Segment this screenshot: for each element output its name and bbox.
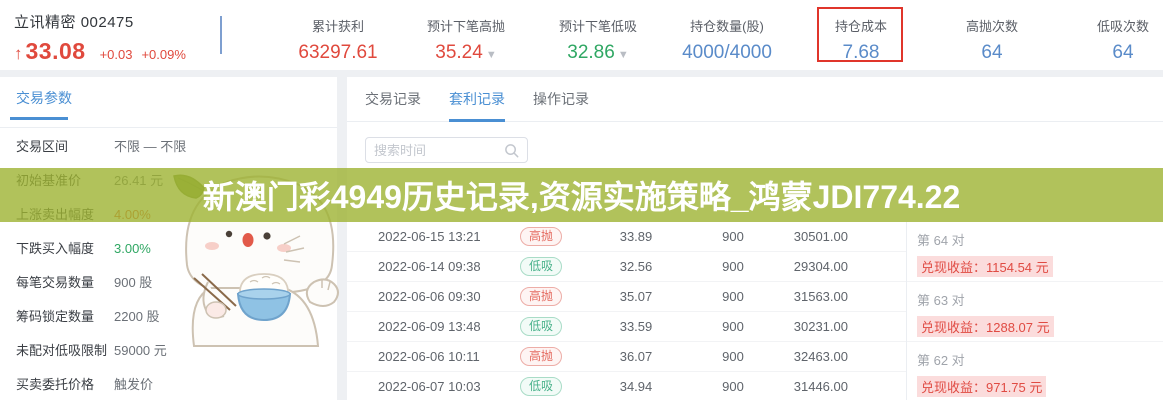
tag-buy-pill: 低吸 bbox=[520, 257, 562, 276]
stat-value: 63297.61 bbox=[298, 42, 377, 64]
stat-value: 32.86▼ bbox=[559, 42, 637, 64]
table-row: 2022-06-06 09:30 高抛 35.07 900 31563.00 bbox=[347, 282, 906, 312]
stat-total-profit: 累计获利 63297.61 bbox=[298, 0, 377, 64]
search-input[interactable] bbox=[374, 138, 494, 162]
pair-profit-panel: 第 64 对 兑现收益：1154.54 元 第 63 对 兑现收益：1288.0… bbox=[906, 222, 1163, 400]
record-tabs: 交易记录 套利记录 操作记录 bbox=[347, 77, 1163, 122]
divider bbox=[0, 127, 337, 128]
table-row: 2022-06-06 10:11 高抛 36.07 900 32463.00 bbox=[347, 342, 906, 372]
stat-sell-count: 高抛次数 64 bbox=[966, 0, 1018, 64]
stat-label: 持仓成本 bbox=[835, 16, 887, 35]
header-divider bbox=[220, 16, 222, 54]
tag-buy-pill: 低吸 bbox=[520, 317, 562, 336]
stat-label: 累计获利 bbox=[298, 16, 377, 35]
stat-value: 64 bbox=[1097, 42, 1149, 64]
stat-next-buy: 预计下笔低吸 32.86▼ bbox=[559, 0, 637, 64]
search-icon[interactable] bbox=[504, 143, 519, 158]
tab-trade-records[interactable]: 交易记录 bbox=[365, 77, 421, 122]
realized-profit-badge: 兑现收益：971.75 元 bbox=[917, 376, 1046, 397]
stat-label: 低吸次数 bbox=[1097, 16, 1149, 35]
stat-value: 7.68 bbox=[835, 42, 887, 64]
stock-price: 33.08 bbox=[26, 38, 86, 65]
pair-item: 第 63 对 兑现收益：1288.07 元 bbox=[907, 282, 1163, 342]
pair-item: 第 64 对 兑现收益：1154.54 元 bbox=[907, 222, 1163, 282]
search-box bbox=[365, 137, 528, 163]
stat-label: 持仓数量(股) bbox=[682, 16, 772, 35]
param-row: 买卖委托价格触发价 bbox=[16, 368, 326, 400]
header-bar: 立讯精密 002475 ↑ 33.08 +0.03 +0.09% 累计获利 63… bbox=[0, 0, 1163, 70]
price-change: +0.03 bbox=[100, 47, 133, 62]
tag-sell-pill: 高抛 bbox=[520, 347, 562, 366]
arbitrage-table: 2022-06-15 13:21 高抛 33.89 900 30501.00 2… bbox=[347, 222, 906, 400]
stat-value: 64 bbox=[966, 42, 1018, 64]
param-row: 每笔交易数量900 股 bbox=[16, 266, 326, 300]
param-row: 筹码锁定数量2200 股 bbox=[16, 300, 326, 334]
stat-buy-count: 低吸次数 64 bbox=[1097, 0, 1149, 64]
table-row: 2022-06-07 10:03 低吸 34.94 900 31446.00 bbox=[347, 372, 906, 400]
promo-banner-overlay: 新澳门彩4949历史记录,资源实施策略_鸿蒙JDI774.22 bbox=[0, 168, 1163, 222]
table-row: 2022-06-09 13:48 低吸 33.59 900 30231.00 bbox=[347, 312, 906, 342]
active-tab-underline bbox=[10, 117, 68, 120]
stat-label: 高抛次数 bbox=[966, 16, 1018, 35]
tab-operation-records[interactable]: 操作记录 bbox=[533, 77, 589, 122]
price-up-arrow-icon: ↑ bbox=[14, 44, 23, 64]
stat-value: 4000/4000 bbox=[682, 42, 772, 64]
realized-profit-badge: 兑现收益：1154.54 元 bbox=[917, 256, 1053, 277]
realized-profit-badge: 兑现收益：1288.07 元 bbox=[917, 316, 1054, 337]
table-row: 2022-06-14 09:38 低吸 32.56 900 29304.00 bbox=[347, 252, 906, 282]
tag-sell-pill: 高抛 bbox=[520, 227, 562, 246]
stat-label: 预计下笔低吸 bbox=[559, 16, 637, 35]
stock-code: 002475 bbox=[81, 14, 134, 31]
table-row: 2022-06-15 13:21 高抛 33.89 900 30501.00 bbox=[347, 222, 906, 252]
stat-position-qty: 持仓数量(股) 4000/4000 bbox=[682, 0, 772, 64]
stat-label: 预计下笔高抛 bbox=[427, 16, 505, 35]
param-row: 未配对低吸限制59000 元 bbox=[16, 334, 326, 368]
stat-position-cost: 持仓成本 7.68 bbox=[835, 0, 887, 64]
tab-arbitrage-records[interactable]: 套利记录 bbox=[449, 77, 505, 122]
pair-item: 第 62 对 兑现收益：971.75 元 bbox=[907, 342, 1163, 400]
trade-params-panel: 交易参数 交易区间不限 — 不限 初始基准价26.41 元 上涨卖出幅度4.00… bbox=[0, 77, 337, 400]
stock-info: 立讯精密 002475 ↑ 33.08 +0.03 +0.09% bbox=[14, 11, 186, 65]
param-row: 交易区间不限 — 不限 bbox=[16, 130, 326, 164]
caret-down-icon[interactable]: ▼ bbox=[486, 49, 497, 61]
price-change-pct: +0.09% bbox=[141, 47, 185, 62]
stat-value: 35.24▼ bbox=[427, 42, 505, 64]
promo-banner-text: 新澳门彩4949历史记录,资源实施策略_鸿蒙JDI774.22 bbox=[203, 172, 961, 218]
stock-name: 立讯精密 bbox=[14, 14, 76, 31]
stat-next-sell: 预计下笔高抛 35.24▼ bbox=[427, 0, 505, 64]
param-row: 下跌买入幅度3.00% bbox=[16, 232, 326, 266]
records-panel: 交易记录 套利记录 操作记录 2022-06-15 13:21 高抛 33.89… bbox=[347, 77, 1163, 400]
tab-trade-params[interactable]: 交易参数 bbox=[16, 88, 72, 108]
caret-down-icon[interactable]: ▼ bbox=[618, 49, 629, 61]
tag-buy-pill: 低吸 bbox=[520, 377, 562, 396]
tag-sell-pill: 高抛 bbox=[520, 287, 562, 306]
